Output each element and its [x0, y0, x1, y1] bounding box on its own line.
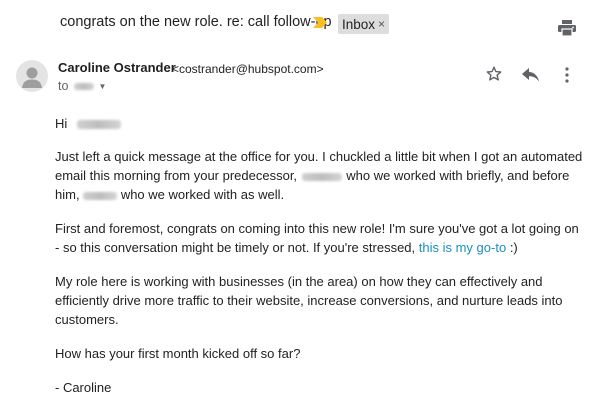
greeting: Hi [55, 116, 68, 131]
paragraph-1: Just left a quick message at the office … [55, 147, 585, 204]
star-icon[interactable] [486, 66, 502, 82]
to-label: to [58, 79, 69, 93]
sender-email: <costrander@hubspot.com> [172, 62, 324, 76]
go-to-link[interactable]: this is my go-to [419, 240, 506, 255]
importance-marker-icon[interactable] [313, 17, 327, 28]
default-avatar-icon [22, 67, 42, 88]
paragraph-3: My role here is working with businesses … [55, 274, 563, 327]
recipient-redacted [74, 82, 95, 90]
sender-avatar[interactable] [16, 60, 48, 92]
subject-bar: congrats on the new role. re: call follo… [0, 0, 589, 46]
recipient-line[interactable]: to ▼ [58, 79, 106, 93]
predecessor-name-redacted [301, 172, 342, 181]
paragraph-1-part-c: who we worked with as well. [120, 187, 285, 202]
inbox-label-chip[interactable]: Inbox × [338, 14, 390, 34]
print-icon[interactable] [558, 20, 576, 36]
more-vertical-icon[interactable] [564, 67, 570, 83]
recipient-details-caret-icon[interactable]: ▼ [98, 82, 106, 91]
recipient-name-redacted [76, 120, 121, 130]
previous-contact-redacted [83, 191, 118, 200]
paragraph-4: How has your first month kicked off so f… [55, 346, 301, 361]
email-subject: congrats on the new role. re: call follo… [60, 14, 332, 30]
signoff: - Caroline [55, 380, 112, 395]
greeting-line: Hi [55, 114, 585, 133]
remove-label-icon[interactable]: × [378, 17, 385, 31]
paragraph-2: First and foremost, congrats on coming i… [55, 219, 585, 257]
inbox-label: Inbox [342, 16, 376, 32]
reply-icon[interactable] [522, 68, 539, 82]
email-body: Hi Just left a quick message at the offi… [55, 114, 585, 411]
paragraph-2-part-b: :) [509, 240, 518, 255]
sender-name: Caroline Ostrander [58, 60, 176, 75]
